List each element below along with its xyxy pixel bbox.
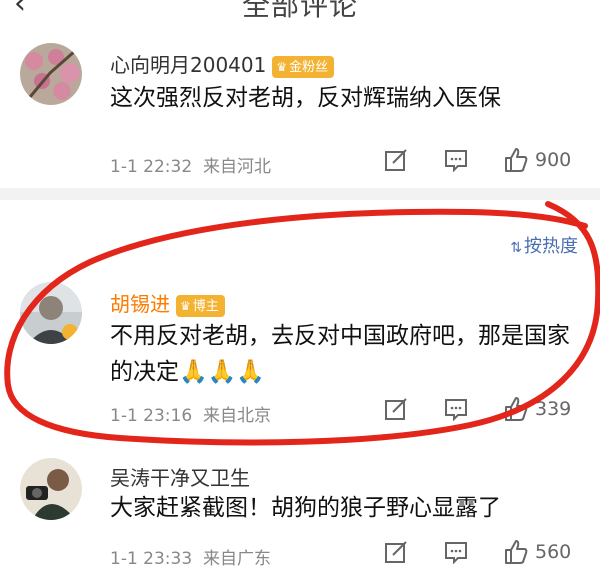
page-title: 全部评论 bbox=[241, 0, 358, 22]
comment-meta: 1-1 22:32 来自河北 bbox=[110, 152, 271, 177]
comment-meta: 1-1 23:16 来自北京 bbox=[110, 401, 271, 426]
back-icon[interactable]: ‹ bbox=[14, 0, 26, 21]
crown-icon: ♛ bbox=[276, 59, 288, 74]
username[interactable]: 吴涛干净又卫生 bbox=[110, 462, 250, 491]
username[interactable]: 心向明月200401 ♛ 金粉丝 bbox=[110, 49, 335, 78]
comment-text: 大家赶紧截图！胡狗的狼子野心显露了 bbox=[110, 495, 501, 521]
comment-meta: 1-1 23:33 来自广东 bbox=[110, 544, 271, 569]
reply-icon[interactable] bbox=[443, 147, 469, 173]
avatar[interactable] bbox=[20, 282, 82, 344]
comment-location: 来自广东 bbox=[202, 549, 271, 569]
comment-2: 胡锡进 ♛ 博主 不用反对老胡，去反对中国政府吧，那是国家的决定🙏🙏🙏 1-1 23… bbox=[0, 270, 600, 440]
comment-text: 不用反对老胡，去反对中国政府吧，那是国家的决定🙏🙏🙏 bbox=[110, 323, 570, 385]
avatar[interactable] bbox=[20, 43, 82, 105]
sort-toggle[interactable]: ⇅ 按热度 bbox=[510, 232, 578, 258]
comment-actions: 560 bbox=[375, 539, 595, 569]
crown-icon: ♛ bbox=[180, 298, 191, 313]
sort-icon: ⇅ bbox=[510, 240, 522, 256]
like-icon[interactable] bbox=[503, 539, 529, 565]
comment-location: 来自河北 bbox=[202, 157, 271, 177]
repost-icon[interactable] bbox=[383, 539, 409, 565]
like-count: 560 bbox=[535, 541, 572, 563]
repost-icon[interactable] bbox=[383, 396, 409, 422]
repost-icon[interactable] bbox=[383, 147, 409, 173]
like-count: 339 bbox=[535, 398, 572, 420]
badge-label: 金粉丝 bbox=[289, 59, 329, 75]
reply-icon[interactable] bbox=[443, 396, 469, 422]
like-icon[interactable] bbox=[503, 147, 529, 173]
comment-actions: 900 bbox=[375, 147, 595, 177]
comment-text: 这次强烈反对老胡，反对辉瑞纳入医保 bbox=[110, 85, 501, 111]
comment-1: 心向明月200401 ♛ 金粉丝 这次强烈反对老胡，反对辉瑞纳入医保 1-1 22:… bbox=[0, 28, 600, 188]
username[interactable]: 胡锡进 ♛ 博主 bbox=[110, 288, 225, 317]
comment-time: 1-1 23:33 bbox=[110, 549, 193, 569]
username-text[interactable]: 心向明月200401 bbox=[110, 53, 266, 77]
username-text[interactable]: 吴涛干净又卫生 bbox=[110, 466, 250, 490]
fan-badge: ♛ 金粉丝 bbox=[272, 55, 335, 78]
divider bbox=[0, 188, 600, 200]
comment-3: 吴涛干净又卫生 大家赶紧截图！胡狗的狼子野心显露了 1-1 23:33 来自广东… bbox=[0, 440, 600, 574]
reply-icon[interactable] bbox=[443, 539, 469, 565]
top-bar: ‹ 全部评论 ⋯ bbox=[0, 0, 600, 28]
badge-label: 博主 bbox=[192, 298, 219, 314]
more-icon[interactable]: ⋯ bbox=[554, 0, 582, 11]
avatar[interactable] bbox=[20, 458, 82, 520]
comment-actions: 339 bbox=[375, 396, 595, 426]
username-text[interactable]: 胡锡进 bbox=[110, 292, 170, 316]
author-badge: ♛ 博主 bbox=[176, 294, 225, 317]
comment-location: 来自北京 bbox=[202, 406, 271, 426]
like-icon[interactable] bbox=[503, 396, 529, 422]
sort-label: 按热度 bbox=[524, 236, 578, 257]
comment-time: 1-1 22:32 bbox=[110, 157, 193, 177]
comment-time: 1-1 23:16 bbox=[110, 406, 193, 426]
like-count: 900 bbox=[535, 149, 572, 171]
